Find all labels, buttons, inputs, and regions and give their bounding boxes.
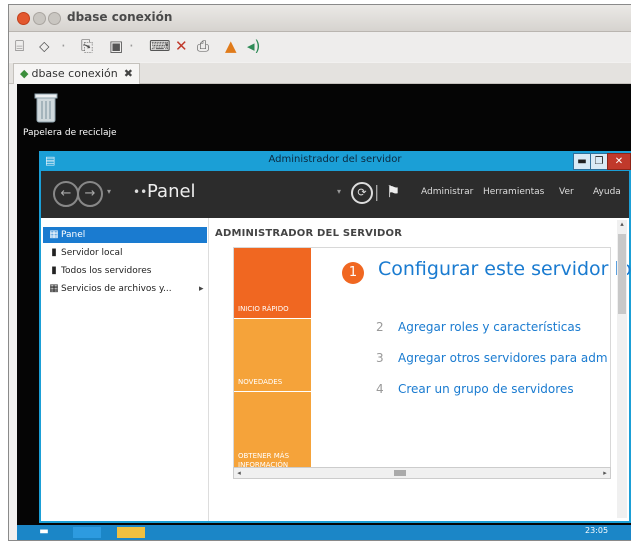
history-dropdown-icon[interactable]: ▾ [107, 187, 111, 196]
servers-icon: ▮ [51, 265, 57, 276]
scroll-thumb[interactable] [618, 234, 626, 314]
view-icon[interactable]: ⌸ [15, 38, 24, 54]
host-toolbar: ⌸ ⬦ · ⎘ ▣ · ⌨ ✕ ⎙ ▲ ◂) [9, 32, 631, 62]
menu-ver[interactable]: Ver [559, 187, 574, 197]
notifications-flag-icon[interactable]: ⚑ [386, 182, 400, 201]
scroll-left-icon[interactable]: ◂ [234, 468, 244, 478]
sidebar-item-label: Todos los servidores [61, 266, 152, 276]
minimize-window-button[interactable] [33, 12, 46, 25]
sm-minimize-button[interactable]: ▬ [573, 153, 591, 170]
back-arrow-icon[interactable]: ← [53, 181, 79, 207]
menu-herramientas[interactable]: Herramientas [483, 187, 544, 197]
sidebar-item-label: Servicios de archivos y... [61, 284, 172, 294]
scroll-thumb[interactable] [394, 470, 406, 476]
vertical-scrollbar[interactable]: ▴ [617, 220, 627, 518]
taskbar-app-server-manager[interactable] [73, 527, 101, 538]
step-number: 3 [376, 351, 384, 365]
breadcrumb: Panel [147, 181, 196, 202]
host-titlebar: dbase conexión [9, 5, 631, 32]
disconnect-icon[interactable]: ✕ [175, 38, 188, 54]
clock: 23:05 [585, 526, 609, 535]
step-number: 4 [376, 382, 384, 396]
windows-taskbar: ▬ 23:05 [17, 525, 631, 540]
sidebar-item-servicios-archivos[interactable]: ▦ Servicios de archivos y... ▸ [43, 281, 207, 297]
tile-label: INICIO RÁPIDO [238, 305, 289, 313]
add-servers-link[interactable]: 3 Agregar otros servidores para adm [376, 351, 608, 365]
scroll-up-icon[interactable]: ▴ [617, 220, 627, 230]
step-number: 2 [376, 320, 384, 334]
step-label: Agregar roles y características [398, 320, 581, 334]
sidebar-item-label: Panel [61, 230, 86, 240]
quickstart-panel: 1 Configurar este servidor local 2 Agrega… [312, 248, 631, 474]
dashboard-icon: ▦ [49, 229, 59, 240]
toolbar-dropdown-icon[interactable]: · [61, 38, 66, 54]
tab-dbase-conexion[interactable]: ◆ dbase conexión ✖ [13, 63, 140, 84]
connect-icon[interactable]: ⬦ [39, 38, 50, 54]
separator: | [374, 182, 380, 201]
tab-close-icon[interactable]: ✖ [124, 67, 133, 80]
copy-icon[interactable]: ⎘ [81, 38, 93, 54]
step-label: Crear un grupo de servidores [398, 382, 574, 396]
tile-obtener-informacion[interactable]: OBTENER MÁS INFORMACIÓN [234, 392, 311, 474]
horizontal-scrollbar[interactable]: ◂ ▸ [233, 467, 611, 479]
chevron-right-icon[interactable]: ▸ [199, 281, 204, 297]
server-manager-title: Administrador del servidor [268, 154, 402, 165]
close-window-button[interactable] [17, 12, 30, 25]
page-title: ADMINISTRADOR DEL SERVIDOR [215, 228, 403, 239]
create-server-group-link[interactable]: 4 Crear un grupo de servidores [376, 382, 574, 396]
sm-maximize-button[interactable]: ❐ [590, 153, 608, 170]
sidebar-item-servidor-local[interactable]: ▮ Servidor local [43, 245, 207, 261]
toolbar-dropdown2-icon[interactable]: · [129, 38, 134, 54]
remote-desktop-client-window: dbase conexión ⌸ ⬦ · ⎘ ▣ · ⌨ ✕ ⎙ ▲ ◂) ◆ d… [8, 4, 631, 541]
tab-label: dbase conexión [31, 67, 118, 80]
audio-icon[interactable]: ◂) [247, 38, 260, 54]
clipboard-icon[interactable]: ⎙ [197, 38, 209, 54]
add-roles-link[interactable]: 2 Agregar roles y características [376, 320, 581, 334]
remote-desktop: Papelera de reciclaje ▤ Administrador de… [17, 84, 631, 540]
refresh-icon[interactable]: ⟳ [351, 182, 373, 204]
server-manager-main: ADMINISTRADOR DEL SERVIDOR INICIO RÁPIDO… [209, 218, 631, 521]
tile-label: NOVEDADES [238, 378, 283, 386]
welcome-tiles: INICIO RÁPIDO NOVEDADES OBTENER MÁS INFO… [233, 247, 631, 475]
server-manager-titlebar: ▤ Administrador del servidor ▬ ❐ ✕ [39, 151, 631, 171]
menu-ayuda[interactable]: Ayuda [593, 187, 621, 197]
menu-administrar[interactable]: Administrar [421, 187, 473, 197]
server-manager-window: ▤ Administrador del servidor ▬ ❐ ✕ ← → ▾… [39, 151, 631, 523]
configure-local-server-link[interactable]: Configurar este servidor local [378, 258, 631, 280]
tile-inicio-rapido[interactable]: INICIO RÁPIDO [234, 248, 311, 318]
connection-icon: ◆ [20, 67, 29, 80]
recycle-bin-icon[interactable] [31, 92, 61, 126]
host-window-title: dbase conexión [67, 10, 173, 24]
server-manager-sidebar: ▦ Panel ▮ Servidor local ▮ Todos los servid… [41, 218, 209, 521]
server-manager-navbar: ← → ▾ •• Panel ▾ ⟳ | ⚑ Administrar Herra… [41, 171, 629, 218]
keyboard-icon[interactable]: ⌨ [149, 38, 171, 54]
breadcrumb-separator: •• [133, 185, 148, 199]
recycle-bin-label: Papelera de reciclaje [23, 128, 117, 138]
sidebar-item-panel[interactable]: ▦ Panel [43, 227, 207, 243]
step-number-badge: 1 [342, 262, 364, 284]
server-icon: ▮ [51, 247, 57, 258]
taskbar-app-explorer[interactable] [117, 527, 145, 538]
monitor-icon[interactable]: ▣ [109, 38, 123, 54]
forward-arrow-icon[interactable]: → [77, 181, 103, 207]
sidebar-item-todos-los-servidores[interactable]: ▮ Todos los servidores [43, 263, 207, 279]
host-tabbar: ◆ dbase conexión ✖ [9, 63, 631, 84]
file-services-icon: ▦ [49, 283, 59, 294]
usb-icon[interactable]: ▲ [225, 38, 237, 54]
scroll-right-icon[interactable]: ▸ [600, 468, 610, 478]
step-label: Agregar otros servidores para adm [398, 351, 608, 365]
sm-close-button[interactable]: ✕ [607, 153, 631, 170]
breadcrumb-dropdown-icon[interactable]: ▾ [337, 187, 341, 196]
maximize-window-button[interactable] [48, 12, 61, 25]
sidebar-item-label: Servidor local [61, 248, 123, 258]
tile-novedades[interactable]: NOVEDADES [234, 319, 311, 391]
start-icon[interactable]: ▬ [33, 526, 55, 539]
